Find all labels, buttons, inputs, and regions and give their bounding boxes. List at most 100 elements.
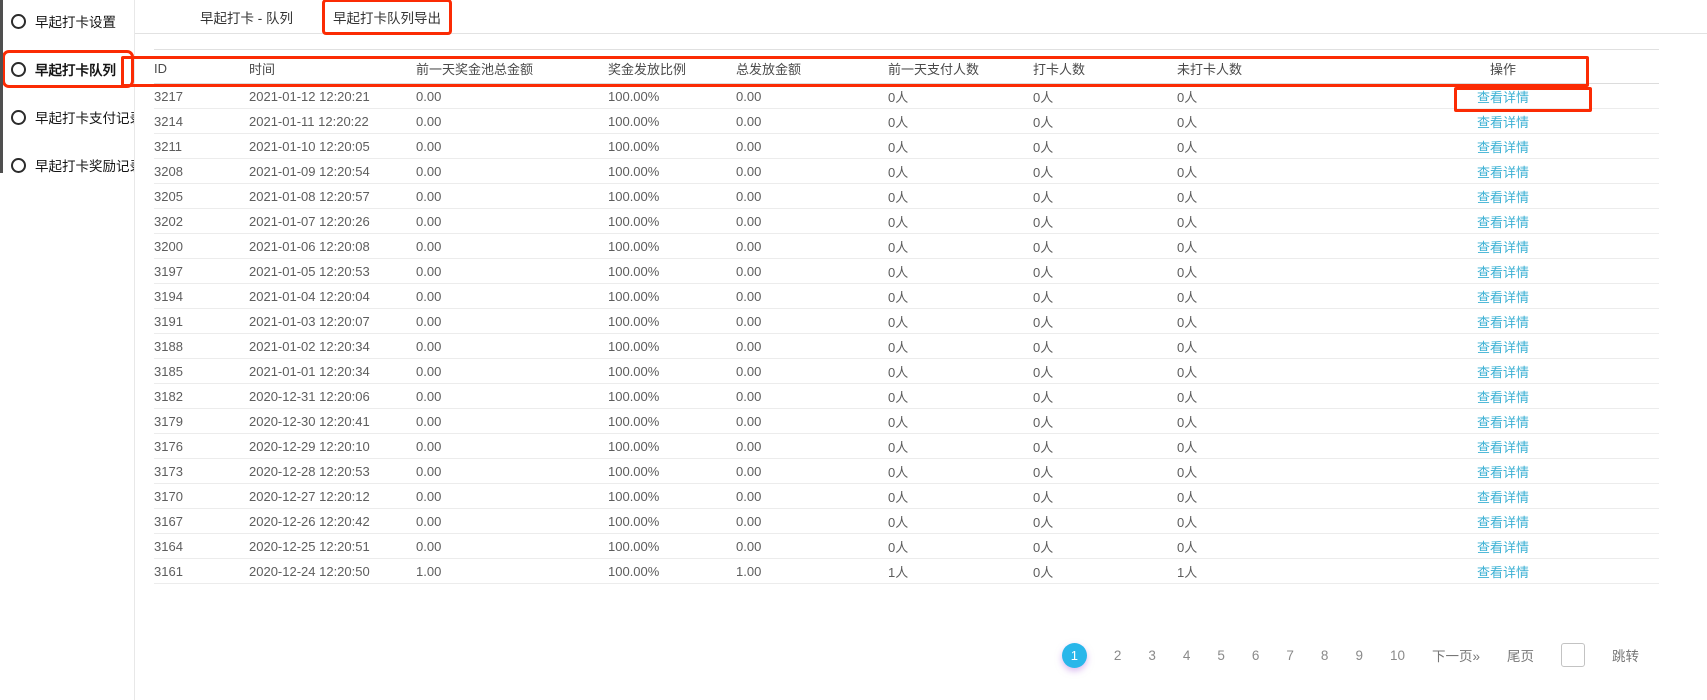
cell-paid-count: 0人	[888, 337, 1033, 356]
cell-ratio: 100.00%	[608, 164, 736, 179]
cell-action: 查看详情	[1347, 212, 1659, 231]
cell-paid-count: 0人	[888, 512, 1033, 531]
sidebar-item-2[interactable]: 早起打卡支付记录	[2, 98, 134, 136]
cell-id: 3214	[154, 114, 249, 129]
cell-pool-amount: 0.00	[416, 389, 608, 404]
cell-pool-amount: 0.00	[416, 339, 608, 354]
cell-ratio: 100.00%	[608, 264, 736, 279]
cell-action: 查看详情	[1347, 137, 1659, 156]
cell-total-amount: 0.00	[736, 164, 888, 179]
cell-checked-count: 0人	[1033, 387, 1177, 406]
cell-action: 查看详情	[1347, 487, 1659, 506]
page-number-10[interactable]: 10	[1390, 648, 1405, 663]
cell-id: 3208	[154, 164, 249, 179]
page-number-8[interactable]: 8	[1321, 648, 1329, 663]
cell-action: 查看详情	[1347, 112, 1659, 131]
sidebar-item-0[interactable]: 早起打卡设置	[2, 2, 134, 40]
page-number-5[interactable]: 5	[1217, 648, 1225, 663]
view-detail-link[interactable]: 查看详情	[1477, 115, 1529, 130]
cell-unchecked-count: 0人	[1177, 87, 1347, 106]
page-number-7[interactable]: 7	[1286, 648, 1294, 663]
queue-table: ID时间前一天奖金池总金额奖金发放比例总发放金额前一天支付人数打卡人数未打卡人数…	[154, 49, 1659, 584]
cell-time: 2021-01-03 12:20:07	[249, 314, 416, 329]
cell-time: 2020-12-28 12:20:53	[249, 464, 416, 479]
view-detail-link[interactable]: 查看详情	[1477, 215, 1529, 230]
page-number-2[interactable]: 2	[1114, 648, 1122, 663]
cell-paid-count: 0人	[888, 437, 1033, 456]
view-detail-link[interactable]: 查看详情	[1477, 540, 1529, 555]
view-detail-link[interactable]: 查看详情	[1477, 565, 1529, 580]
view-detail-link[interactable]: 查看详情	[1477, 240, 1529, 255]
cell-id: 3161	[154, 564, 249, 579]
table-row: 3173 2020-12-28 12:20:53 0.00 100.00% 0.…	[154, 459, 1659, 484]
sidebar-item-label: 早起打卡支付记录	[35, 107, 135, 127]
view-detail-link[interactable]: 查看详情	[1477, 415, 1529, 430]
cell-unchecked-count: 0人	[1177, 437, 1347, 456]
cell-checked-count: 0人	[1033, 212, 1177, 231]
cell-action: 查看详情	[1347, 237, 1659, 256]
sidebar-item-3[interactable]: 早起打卡奖励记录	[2, 146, 134, 184]
view-detail-link[interactable]: 查看详情	[1477, 490, 1529, 505]
cell-id: 3179	[154, 414, 249, 429]
view-detail-link[interactable]: 查看详情	[1477, 265, 1529, 280]
cell-pool-amount: 0.00	[416, 439, 608, 454]
cell-pool-amount: 0.00	[416, 539, 608, 554]
sidebar-item-1[interactable]: 早起打卡队列	[2, 50, 134, 88]
view-detail-link[interactable]: 查看详情	[1477, 140, 1529, 155]
cell-unchecked-count: 1人	[1177, 562, 1347, 581]
cell-time: 2020-12-30 12:20:41	[249, 414, 416, 429]
cell-total-amount: 0.00	[736, 539, 888, 554]
view-detail-link[interactable]: 查看详情	[1477, 190, 1529, 205]
page-number-4[interactable]: 4	[1183, 648, 1191, 663]
cell-checked-count: 0人	[1033, 437, 1177, 456]
cell-time: 2020-12-24 12:20:50	[249, 564, 416, 579]
page-number-9[interactable]: 9	[1355, 648, 1363, 663]
cell-unchecked-count: 0人	[1177, 112, 1347, 131]
cell-ratio: 100.00%	[608, 239, 736, 254]
cell-total-amount: 0.00	[736, 464, 888, 479]
page-number-6[interactable]: 6	[1252, 648, 1260, 663]
page-number-1[interactable]: 1	[1062, 643, 1087, 668]
view-detail-link[interactable]: 查看详情	[1477, 440, 1529, 455]
table-row: 3188 2021-01-02 12:20:34 0.00 100.00% 0.…	[154, 334, 1659, 359]
cell-ratio: 100.00%	[608, 364, 736, 379]
cell-id: 3205	[154, 189, 249, 204]
cell-paid-count: 0人	[888, 462, 1033, 481]
table-row: 3214 2021-01-11 12:20:22 0.00 100.00% 0.…	[154, 109, 1659, 134]
jump-button[interactable]: 跳转	[1612, 645, 1639, 665]
cell-paid-count: 0人	[888, 187, 1033, 206]
cell-paid-count: 0人	[888, 262, 1033, 281]
view-detail-link[interactable]: 查看详情	[1477, 340, 1529, 355]
cell-pool-amount: 1.00	[416, 564, 608, 579]
jump-page-input[interactable]	[1561, 643, 1585, 667]
radio-circle-icon	[11, 14, 26, 29]
cell-unchecked-count: 0人	[1177, 412, 1347, 431]
sidebar-item-label: 早起打卡设置	[35, 11, 116, 31]
cell-action: 查看详情	[1347, 362, 1659, 381]
view-detail-link[interactable]: 查看详情	[1477, 315, 1529, 330]
view-detail-link[interactable]: 查看详情	[1477, 515, 1529, 530]
cell-total-amount: 0.00	[736, 289, 888, 304]
table-row: 3200 2021-01-06 12:20:08 0.00 100.00% 0.…	[154, 234, 1659, 259]
view-detail-link[interactable]: 查看详情	[1477, 390, 1529, 405]
cell-unchecked-count: 0人	[1177, 237, 1347, 256]
view-detail-link[interactable]: 查看详情	[1477, 290, 1529, 305]
view-detail-link[interactable]: 查看详情	[1477, 365, 1529, 380]
cell-time: 2020-12-26 12:20:42	[249, 514, 416, 529]
last-page-button[interactable]: 尾页	[1507, 645, 1534, 665]
cell-unchecked-count: 0人	[1177, 487, 1347, 506]
cell-paid-count: 0人	[888, 112, 1033, 131]
cell-checked-count: 0人	[1033, 187, 1177, 206]
cell-checked-count: 0人	[1033, 162, 1177, 181]
view-detail-link[interactable]: 查看详情	[1477, 465, 1529, 480]
cell-pool-amount: 0.00	[416, 314, 608, 329]
view-detail-link[interactable]: 查看详情	[1477, 90, 1529, 105]
next-page-button[interactable]: 下一页»	[1432, 645, 1480, 665]
tab-1[interactable]: 早起打卡队列导出	[322, 0, 452, 35]
view-detail-link[interactable]: 查看详情	[1477, 165, 1529, 180]
page-number-3[interactable]: 3	[1148, 648, 1156, 663]
cell-checked-count: 0人	[1033, 237, 1177, 256]
cell-time: 2020-12-29 12:20:10	[249, 439, 416, 454]
tab-0[interactable]: 早起打卡 - 队列	[189, 0, 304, 35]
table-row: 3176 2020-12-29 12:20:10 0.00 100.00% 0.…	[154, 434, 1659, 459]
